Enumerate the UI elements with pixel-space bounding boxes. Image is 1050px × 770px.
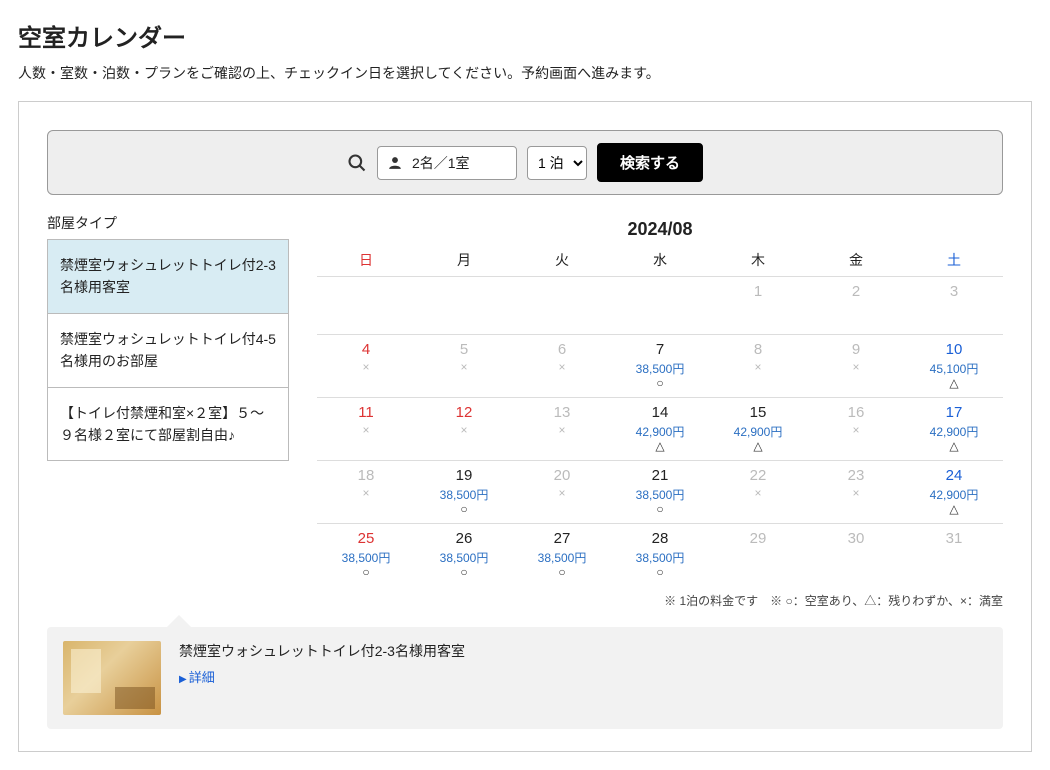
calendar-cell: 8× — [709, 335, 807, 398]
calendar-cell: 5× — [415, 335, 513, 398]
calendar-cell: 13× — [513, 398, 611, 461]
calendar-dow: 土 — [905, 244, 1003, 277]
room-thumbnail — [63, 641, 161, 715]
calendar-cell: 2 — [807, 277, 905, 335]
calendar: 2024/08 日月火水木金土 123 4×5×6×738,500円○8×9×10… — [317, 213, 1003, 609]
person-icon — [388, 156, 402, 170]
calendar-cell: 12× — [415, 398, 513, 461]
room-detail-title: 禁煙室ウォシュレットトイレ付2-3名様用客室 — [179, 641, 465, 661]
calendar-cell: 11× — [317, 398, 415, 461]
calendar-dow: 金 — [807, 244, 905, 277]
calendar-cell: 9× — [807, 335, 905, 398]
room-detail-panel: 禁煙室ウォシュレットトイレ付2-3名様用客室 詳細 — [47, 627, 1003, 729]
calendar-cell: 1 — [709, 277, 807, 335]
calendar-cell: 23× — [807, 461, 905, 524]
search-button[interactable]: 検索する — [597, 143, 703, 182]
calendar-cell — [415, 277, 513, 335]
guest-value: 2名／1室 — [412, 153, 470, 173]
calendar-cell: 6× — [513, 335, 611, 398]
calendar-cell[interactable]: 2538,500円○ — [317, 524, 415, 587]
page-title: 空室カレンダー — [18, 18, 1032, 53]
calendar-cell: 16× — [807, 398, 905, 461]
calendar-cell: 29 — [709, 524, 807, 587]
calendar-cell: 4× — [317, 335, 415, 398]
calendar-cell: 31 — [905, 524, 1003, 587]
calendar-cell[interactable]: 1045,100円△ — [905, 335, 1003, 398]
calendar-cell[interactable]: 738,500円○ — [611, 335, 709, 398]
calendar-dow: 火 — [513, 244, 611, 277]
calendar-cell[interactable]: 1442,900円△ — [611, 398, 709, 461]
calendar-cell[interactable]: 2838,500円○ — [611, 524, 709, 587]
room-type-item[interactable]: 【トイレ付禁煙和室×２室】５～９名様２室にて部屋割自由♪ — [48, 388, 288, 461]
search-bar: 2名／1室 1 泊 検索する — [47, 130, 1003, 195]
calendar-cell: 22× — [709, 461, 807, 524]
nights-select[interactable]: 1 泊 — [527, 146, 587, 180]
calendar-cell[interactable]: 2442,900円△ — [905, 461, 1003, 524]
calendar-cell[interactable]: 1542,900円△ — [709, 398, 807, 461]
guest-selector[interactable]: 2名／1室 — [377, 146, 517, 180]
calendar-dow: 水 — [611, 244, 709, 277]
sidebar-title: 部屋タイプ — [47, 213, 289, 233]
calendar-cell — [513, 277, 611, 335]
room-type-list: 禁煙室ウォシュレットトイレ付2-3名様用客室禁煙室ウォシュレットトイレ付4-5名… — [47, 239, 289, 461]
room-type-sidebar: 部屋タイプ 禁煙室ウォシュレットトイレ付2-3名様用客室禁煙室ウォシュレットトイ… — [47, 213, 289, 609]
calendar-dow: 月 — [415, 244, 513, 277]
calendar-month: 2024/08 — [317, 213, 1003, 244]
calendar-cell: 30 — [807, 524, 905, 587]
calendar-legend: ※ 1泊の料金です ※ ○：空室あり、△：残りわずか、×：満室 — [317, 592, 1003, 609]
calendar-cell[interactable]: 1938,500円○ — [415, 461, 513, 524]
room-type-item[interactable]: 禁煙室ウォシュレットトイレ付4-5名様用のお部屋 — [48, 314, 288, 388]
room-type-item[interactable]: 禁煙室ウォシュレットトイレ付2-3名様用客室 — [48, 240, 288, 314]
calendar-cell[interactable]: 2738,500円○ — [513, 524, 611, 587]
calendar-cell[interactable]: 2638,500円○ — [415, 524, 513, 587]
availability-card: 2名／1室 1 泊 検索する 部屋タイプ 禁煙室ウォシュレットトイレ付2-3名様… — [18, 101, 1032, 752]
calendar-dow: 木 — [709, 244, 807, 277]
calendar-cell — [317, 277, 415, 335]
calendar-cell: 18× — [317, 461, 415, 524]
search-icon — [347, 153, 367, 173]
calendar-cell[interactable]: 2138,500円○ — [611, 461, 709, 524]
calendar-table: 日月火水木金土 123 4×5×6×738,500円○8×9×1045,100円△… — [317, 244, 1003, 586]
calendar-cell — [611, 277, 709, 335]
calendar-cell[interactable]: 1742,900円△ — [905, 398, 1003, 461]
calendar-cell: 3 — [905, 277, 1003, 335]
room-detail-link[interactable]: 詳細 — [179, 667, 465, 686]
page-subtitle: 人数・室数・泊数・プランをご確認の上、チェックイン日を選択してください。予約画面… — [18, 63, 1032, 83]
calendar-cell: 20× — [513, 461, 611, 524]
calendar-dow: 日 — [317, 244, 415, 277]
